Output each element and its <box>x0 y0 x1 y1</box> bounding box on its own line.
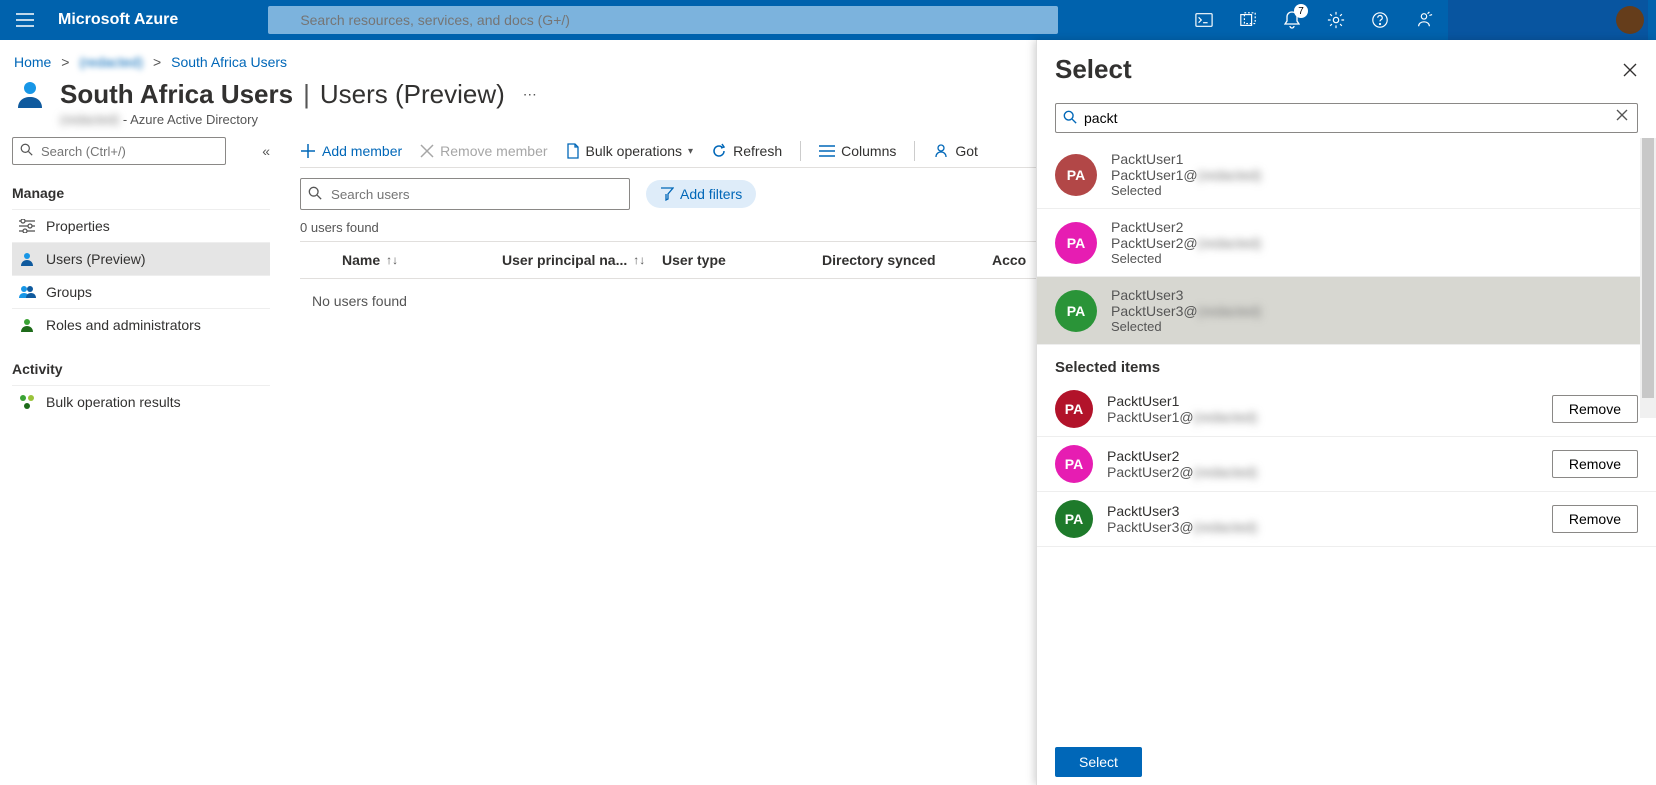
notifications-icon[interactable]: 7 <box>1272 0 1312 40</box>
user-icon <box>18 251 36 267</box>
remove-button[interactable]: Remove <box>1552 395 1638 423</box>
page-title: South Africa Users <box>60 79 293 110</box>
sidebar-item-roles[interactable]: Roles and administrators <box>12 308 270 341</box>
result-status: Selected <box>1111 251 1261 266</box>
col-type[interactable]: User type <box>662 252 822 268</box>
brand-label: Microsoft Azure <box>58 11 178 29</box>
search-users-input[interactable] <box>300 178 630 210</box>
search-icon <box>20 143 33 156</box>
sidebar: « Manage Properties Users (Preview) Grou… <box>0 137 280 418</box>
selected-item: PA PacktUser1 PacktUser1@(redacted) Remo… <box>1037 382 1656 437</box>
page-subtitle: Users (Preview) <box>320 79 505 110</box>
avatar: PA <box>1055 500 1093 538</box>
selected-name: PacktUser2 <box>1107 448 1538 464</box>
avatar <box>1616 6 1644 34</box>
sidebar-category-activity: Activity <box>12 361 270 377</box>
select-panel: Select PA PacktUser1 PacktUser1@(redacte… <box>1036 40 1656 785</box>
global-header: Microsoft Azure 7 <box>0 0 1656 40</box>
col-upn[interactable]: User principal na...↑↓ <box>502 252 662 268</box>
panel-title: Select <box>1055 54 1132 85</box>
sidebar-item-groups[interactable]: Groups <box>12 275 270 308</box>
scrollbar[interactable] <box>1640 138 1656 418</box>
remove-button[interactable]: Remove <box>1552 450 1638 478</box>
selected-email: PacktUser3@(redacted) <box>1107 519 1538 535</box>
hamburger-menu[interactable] <box>0 13 50 27</box>
selected-name: PacktUser1 <box>1107 393 1538 409</box>
result-status: Selected <box>1111 319 1261 334</box>
result-name: PacktUser1 <box>1111 151 1261 167</box>
got-feedback-button[interactable]: Got <box>933 143 978 159</box>
avatar: PA <box>1055 290 1097 332</box>
search-results: PA PacktUser1 PacktUser1@(redacted) Sele… <box>1037 141 1656 345</box>
directory-switch-icon[interactable] <box>1228 0 1268 40</box>
avatar: PA <box>1055 390 1093 428</box>
sort-icon: ↑↓ <box>386 253 398 267</box>
global-search[interactable] <box>268 6 1058 34</box>
bulk-icon <box>18 394 36 410</box>
col-name[interactable]: Name↑↓ <box>342 252 502 268</box>
remove-member-button[interactable]: Remove member <box>420 143 547 159</box>
roles-icon <box>18 317 36 333</box>
breadcrumb-tenant[interactable]: (redacted) <box>79 54 143 70</box>
bulk-operations-button[interactable]: Bulk operations ▾ <box>566 143 694 159</box>
avatar: PA <box>1055 154 1097 196</box>
result-name: PacktUser3 <box>1111 287 1261 303</box>
groups-icon <box>18 285 36 299</box>
result-status: Selected <box>1111 183 1261 198</box>
notification-badge: 7 <box>1294 4 1308 18</box>
result-email: PacktUser1@(redacted) <box>1111 167 1261 183</box>
result-item[interactable]: PA PacktUser3 PacktUser3@(redacted) Sele… <box>1037 277 1656 345</box>
result-name: PacktUser2 <box>1111 219 1261 235</box>
search-icon <box>308 186 322 200</box>
settings-icon[interactable] <box>1316 0 1356 40</box>
sidebar-item-bulk-results[interactable]: Bulk operation results <box>12 385 270 418</box>
search-icon <box>1063 110 1077 124</box>
selected-email: PacktUser2@(redacted) <box>1107 464 1538 480</box>
sort-icon: ↑↓ <box>633 253 645 267</box>
more-actions[interactable]: ⋯ <box>523 86 537 103</box>
avatar: PA <box>1055 445 1093 483</box>
selected-items-header: Selected items <box>1037 345 1656 382</box>
close-panel-button[interactable] <box>1622 62 1638 78</box>
breadcrumb-current[interactable]: South Africa Users <box>171 54 287 70</box>
add-member-button[interactable]: Add member <box>300 143 402 159</box>
sidebar-item-users[interactable]: Users (Preview) <box>12 242 270 275</box>
result-item[interactable]: PA PacktUser1 PacktUser1@(redacted) Sele… <box>1037 141 1656 209</box>
col-dsync[interactable]: Directory synced <box>822 252 992 268</box>
user-blade-icon <box>14 78 46 110</box>
avatar: PA <box>1055 222 1097 264</box>
add-filters-button[interactable]: Add filters <box>646 180 756 208</box>
sidebar-item-properties[interactable]: Properties <box>12 209 270 242</box>
selected-item: PA PacktUser2 PacktUser2@(redacted) Remo… <box>1037 437 1656 492</box>
selected-items: PA PacktUser1 PacktUser1@(redacted) Remo… <box>1037 382 1656 547</box>
help-icon[interactable] <box>1360 0 1400 40</box>
account-menu[interactable] <box>1448 0 1648 40</box>
sidebar-search[interactable] <box>12 137 226 165</box>
select-button[interactable]: Select <box>1055 747 1142 777</box>
feedback-icon[interactable] <box>1404 0 1444 40</box>
refresh-button[interactable]: Refresh <box>711 143 782 159</box>
selected-name: PacktUser3 <box>1107 503 1538 519</box>
properties-icon <box>18 219 36 233</box>
selected-email: PacktUser1@(redacted) <box>1107 409 1538 425</box>
sidebar-category-manage: Manage <box>12 185 270 201</box>
cloud-shell-icon[interactable] <box>1184 0 1224 40</box>
collapse-sidebar-icon[interactable]: « <box>262 143 270 159</box>
remove-button[interactable]: Remove <box>1552 505 1638 533</box>
panel-search-input[interactable] <box>1055 103 1638 133</box>
columns-button[interactable]: Columns <box>819 143 896 159</box>
breadcrumb-home[interactable]: Home <box>14 54 51 70</box>
clear-search-button[interactable] <box>1616 109 1628 121</box>
result-email: PacktUser3@(redacted) <box>1111 303 1261 319</box>
result-email: PacktUser2@(redacted) <box>1111 235 1261 251</box>
result-item[interactable]: PA PacktUser2 PacktUser2@(redacted) Sele… <box>1037 209 1656 277</box>
selected-item: PA PacktUser3 PacktUser3@(redacted) Remo… <box>1037 492 1656 547</box>
chevron-down-icon: ▾ <box>688 146 693 157</box>
